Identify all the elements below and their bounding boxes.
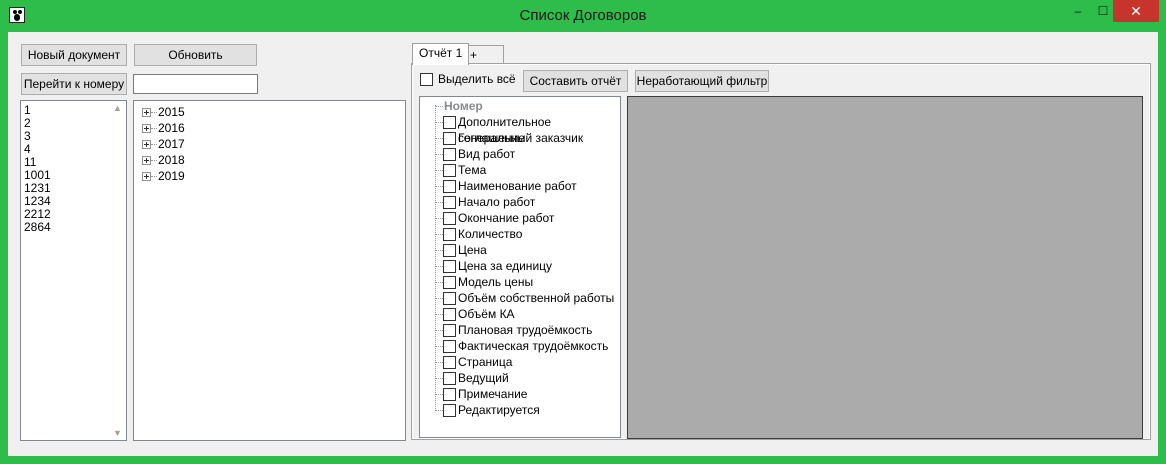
field-checkbox[interactable] <box>443 340 456 353</box>
field-root-label: Номер <box>444 99 483 113</box>
field-treeview[interactable]: Номер Дополнительное соглашение Генеральн… <box>419 96 621 438</box>
field-checkbox[interactable] <box>443 356 456 369</box>
field-item[interactable]: Вид работ <box>420 146 620 162</box>
field-label: Вид работ <box>458 147 516 161</box>
field-checkbox[interactable] <box>443 132 456 145</box>
year-treeview[interactable]: 2015 2016 2017 2018 2019 <box>133 100 406 441</box>
field-label: Наименование работ <box>458 179 577 193</box>
tree-node-year[interactable]: 2019 <box>134 168 384 184</box>
tree-node-label: 2019 <box>158 169 185 183</box>
client-area: Новый документ Обновить Перейти к номеру… <box>8 32 1158 456</box>
field-item[interactable]: Примечание <box>420 386 620 402</box>
make-report-button[interactable]: Составить отчёт <box>523 70 628 92</box>
field-item[interactable]: Объём КА <box>420 306 620 322</box>
select-all-checkbox[interactable] <box>420 73 433 86</box>
field-label: Тема <box>458 163 487 177</box>
new-document-button[interactable]: Новый документ <box>21 44 127 66</box>
tree-node-label: 2015 <box>158 105 185 119</box>
field-label: Примечание <box>458 387 528 401</box>
expand-icon[interactable] <box>142 108 151 117</box>
field-label: Генеральный заказчик <box>458 131 584 145</box>
field-item[interactable]: Цена <box>420 242 620 258</box>
tree-node-year[interactable]: 2015 <box>134 104 384 120</box>
field-label: Плановая трудоёмкость <box>458 323 593 337</box>
field-label: Редактируется <box>458 403 540 417</box>
field-checkbox[interactable] <box>443 260 456 273</box>
field-item[interactable]: Цена за единицу <box>420 258 620 274</box>
field-checkbox[interactable] <box>443 212 456 225</box>
field-label: Цена <box>458 243 487 257</box>
field-item[interactable]: Дополнительное соглашение <box>420 114 620 145</box>
field-label: Страница <box>458 355 513 369</box>
window-title: Список Договоров <box>519 7 647 24</box>
expand-icon[interactable] <box>142 172 151 181</box>
expand-icon[interactable] <box>142 124 151 133</box>
field-checkbox[interactable] <box>443 180 456 193</box>
field-checkbox[interactable] <box>443 244 456 257</box>
field-checkbox[interactable] <box>443 276 456 289</box>
field-checkbox[interactable] <box>443 292 456 305</box>
tree-node-label: 2017 <box>158 137 185 151</box>
main-window: Список Договоров – ☐ ✕ Новый документ Об… <box>0 0 1166 464</box>
tree-node-year[interactable]: 2016 <box>134 120 384 136</box>
scroll-down-icon[interactable]: ▼ <box>109 428 126 438</box>
field-label: Объём КА <box>458 307 515 321</box>
go-to-number-button[interactable]: Перейти к номеру <box>21 73 127 95</box>
field-checkbox[interactable] <box>443 116 456 129</box>
expand-icon[interactable] <box>142 140 151 149</box>
field-label: Количество <box>458 227 523 241</box>
select-all-label[interactable]: Выделить всё <box>438 71 516 87</box>
field-item[interactable]: Плановая трудоёмкость <box>420 322 620 338</box>
field-item[interactable]: Редактируется <box>420 402 620 418</box>
field-label: Фактическая трудоёмкость <box>458 339 609 353</box>
filter-button[interactable]: Неработающий фильтр <box>635 70 769 92</box>
field-item[interactable]: Страница <box>420 354 620 370</box>
field-label: Начало работ <box>458 195 536 209</box>
field-checkbox[interactable] <box>443 324 456 337</box>
field-checkbox[interactable] <box>443 404 456 417</box>
tree-node-label: 2018 <box>158 153 185 167</box>
scroll-up-icon[interactable]: ▲ <box>109 103 126 113</box>
field-checkbox[interactable] <box>443 308 456 321</box>
close-button[interactable]: ✕ <box>1113 0 1159 22</box>
title-bar[interactable]: Список Договоров – ☐ ✕ <box>0 0 1166 32</box>
expand-icon[interactable] <box>142 156 151 165</box>
numbers-listbox[interactable]: 1 2 3 4 11 1001 1231 1234 2212 2864 ▲ ▼ <box>20 100 127 441</box>
field-label: Окончание работ <box>458 211 555 225</box>
field-item[interactable]: Начало работ <box>420 194 620 210</box>
field-item[interactable]: Фактическая трудоёмкость <box>420 338 620 354</box>
report-tab-panel: Выделить всё Составить отчёт Неработающи… <box>411 63 1151 440</box>
field-label: Модель цены <box>458 275 534 289</box>
refresh-button[interactable]: Обновить <box>134 44 257 66</box>
tree-node-label: 2016 <box>158 121 185 135</box>
field-checkbox[interactable] <box>443 148 456 161</box>
field-item[interactable]: Окончание работ <box>420 210 620 226</box>
report-grid[interactable] <box>627 96 1143 439</box>
field-item[interactable]: Модель цены <box>420 274 620 290</box>
tab-report-1[interactable]: Отчёт 1 <box>412 43 470 65</box>
tree-node-year[interactable]: 2018 <box>134 152 384 168</box>
field-root[interactable]: Номер <box>420 98 620 114</box>
field-item[interactable]: Количество <box>420 226 620 242</box>
field-label: Цена за единицу <box>458 259 553 273</box>
number-input[interactable] <box>133 74 258 94</box>
field-item[interactable]: Тема <box>420 162 620 178</box>
tree-node-year[interactable]: 2017 <box>134 136 384 152</box>
field-label: Объём собственной работы <box>458 291 615 305</box>
field-checkbox[interactable] <box>443 196 456 209</box>
field-checkbox[interactable] <box>443 164 456 177</box>
field-label: Ведущий <box>458 371 509 385</box>
field-item[interactable]: Генеральный заказчик <box>420 130 620 146</box>
listbox-scrollbar[interactable]: ▲ ▼ <box>109 101 126 440</box>
field-item[interactable]: Наименование работ <box>420 178 620 194</box>
field-checkbox[interactable] <box>443 228 456 241</box>
field-item[interactable]: Ведущий <box>420 370 620 386</box>
field-item[interactable]: Объём собственной работы <box>420 290 620 306</box>
field-checkbox[interactable] <box>443 372 456 385</box>
field-checkbox[interactable] <box>443 388 456 401</box>
